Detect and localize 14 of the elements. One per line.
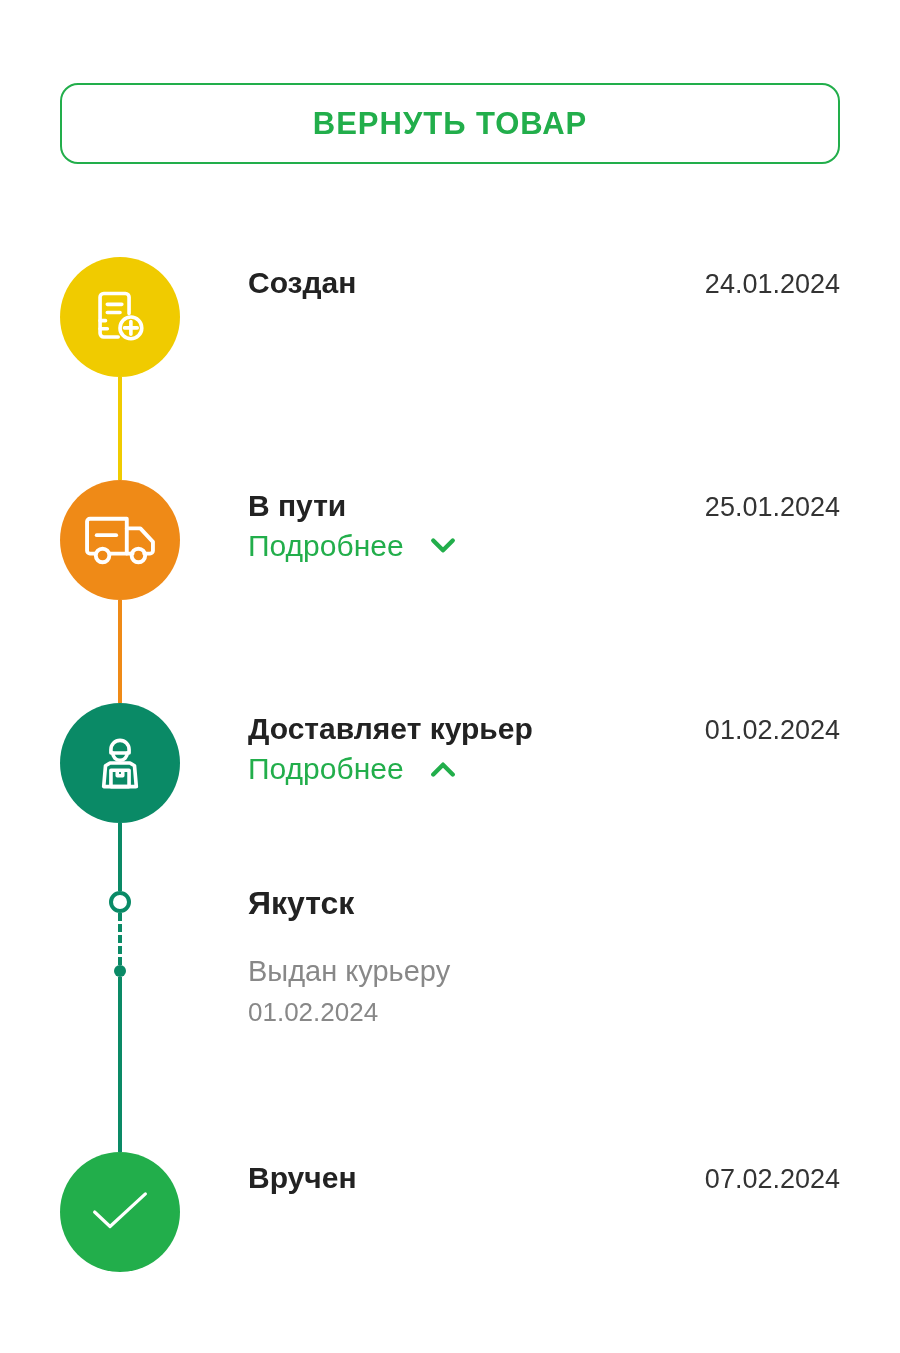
event-date: 01.02.2024 [248, 996, 380, 1028]
step-date: 07.02.2024 [704, 1163, 840, 1196]
step-title: В пути [248, 488, 347, 524]
step-date: 01.02.2024 [704, 714, 840, 747]
details-link[interactable]: Подробнее [248, 748, 456, 790]
event-city: Якутск [248, 884, 356, 923]
details-link[interactable]: Подробнее [248, 525, 456, 567]
event-status: Выдан курьеру [248, 954, 451, 989]
step-title: Создан [248, 265, 357, 301]
return-button[interactable]: ВЕРНУТЬ ТОВАР [60, 83, 840, 164]
step-title: Доставляет курьер [248, 711, 533, 747]
step-date: 25.01.2024 [704, 491, 840, 524]
step-title: Вручен [248, 1160, 357, 1196]
step-date: 24.01.2024 [704, 268, 840, 301]
